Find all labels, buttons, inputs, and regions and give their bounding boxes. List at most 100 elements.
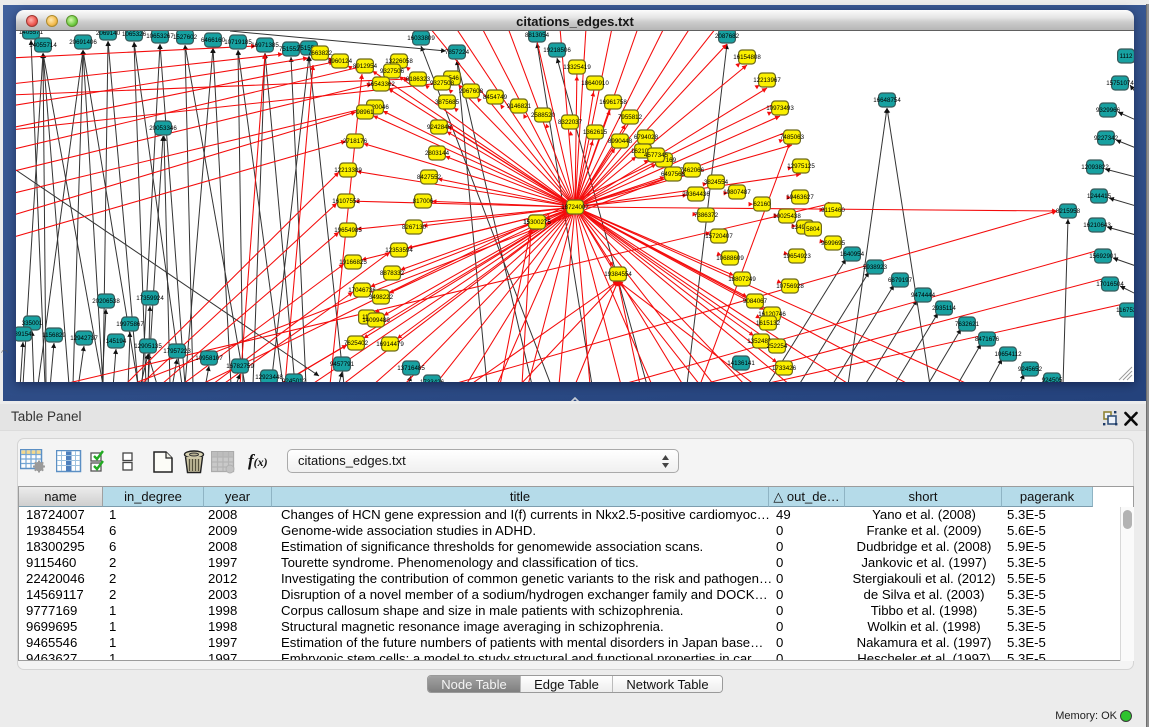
svg-text:10653267: 10653267 [146,33,174,40]
svg-text:1733426: 1733426 [420,379,445,382]
svg-text:10025438: 10025438 [773,213,801,220]
svg-text:9227342: 9227342 [1094,135,1119,142]
svg-text:8186323: 8186323 [406,76,431,83]
svg-text:1244415: 1244415 [1087,193,1112,200]
svg-text:1112: 1112 [1120,53,1133,60]
svg-text:8427552: 8427552 [417,174,442,181]
svg-text:1527602: 1527602 [173,34,198,41]
svg-text:16914479: 16914479 [376,341,404,348]
svg-text:12975125: 12975125 [787,163,815,170]
svg-text:12213389: 12213389 [334,167,362,174]
svg-text:12213967: 12213967 [753,77,781,84]
svg-text:6879197: 6879197 [888,277,913,284]
svg-text:62160: 62160 [753,201,771,208]
svg-text:1405571: 1405571 [19,31,44,36]
svg-text:8454749: 8454749 [483,94,508,101]
svg-text:14055714: 14055714 [29,42,57,49]
svg-text:7663822: 7663822 [308,50,333,57]
svg-text:15751074: 15751074 [1106,80,1134,87]
svg-text:3498222: 3498222 [369,294,394,301]
svg-text:17016504: 17016504 [1096,281,1124,288]
svg-text:19463627: 19463627 [786,194,814,201]
svg-text:20691406: 20691406 [69,39,97,46]
svg-text:12923448: 12923448 [255,374,283,381]
svg-text:2967608: 2967608 [459,88,484,95]
svg-text:1065326: 1065326 [122,31,147,38]
svg-text:8215958: 8215958 [1056,208,1081,215]
svg-text:6794028: 6794028 [634,134,659,141]
svg-text:1156829: 1156829 [42,332,66,339]
svg-text:924505: 924505 [1042,377,1063,382]
svg-text:335001: 335001 [22,320,43,327]
svg-text:19654923: 19654923 [783,253,811,260]
svg-text:16971385: 16971385 [251,42,279,49]
svg-text:12942737: 12942737 [70,335,98,342]
svg-text:20206538: 20206538 [92,298,120,305]
svg-text:8267130: 8267130 [402,224,427,231]
svg-text:9146821: 9146821 [507,103,532,110]
svg-text:6466160: 6466160 [201,37,226,44]
svg-text:10756928: 10756928 [776,283,804,290]
svg-text:2718176: 2718176 [343,138,368,145]
svg-text:7625402: 7625402 [344,340,369,347]
svg-text:8912954: 8912954 [353,63,378,70]
svg-text:14099489: 14099489 [362,317,390,324]
svg-text:19654985: 19654985 [334,227,362,234]
svg-text:20053346: 20053346 [149,125,177,132]
svg-text:145194: 145194 [106,338,127,345]
svg-text:16210643: 16210643 [1083,222,1111,229]
svg-text:5804: 5804 [806,226,820,233]
svg-text:1615132: 1615132 [756,320,781,327]
svg-text:18807249: 18807249 [728,276,756,283]
svg-text:9327506: 9327506 [380,68,405,75]
svg-text:39154: 39154 [16,331,32,338]
svg-text:19166825: 19166825 [339,259,367,266]
svg-text:2803144: 2803144 [425,150,450,157]
svg-text:5938923: 5938923 [863,264,888,271]
svg-text:9327508: 9327508 [430,80,455,87]
svg-text:10719185: 10719185 [224,39,252,46]
svg-text:7386372: 7386372 [694,212,719,219]
svg-text:10973493: 10973493 [766,105,794,112]
svg-text:8813054: 8813054 [525,32,550,39]
svg-text:10958107: 10958107 [195,355,223,362]
svg-text:1733426: 1733426 [772,365,797,372]
svg-text:9242848: 9242848 [427,124,452,131]
svg-text:2087682: 2087682 [715,33,740,40]
svg-text:7955812: 7955812 [618,114,643,121]
svg-text:17957223: 17957223 [163,348,191,355]
svg-text:8990448: 8990448 [608,138,633,145]
svg-text:13325419: 13325419 [563,64,591,71]
svg-text:9699695: 9699695 [821,240,846,247]
svg-text:19384554: 19384554 [604,271,632,278]
svg-text:18724007: 18724007 [561,204,589,211]
svg-text:9084067: 9084067 [743,298,768,305]
svg-text:9474444: 9474444 [911,292,936,299]
svg-text:10688609: 10688609 [716,255,744,262]
svg-text:16107552: 16107552 [332,198,360,205]
svg-text:16782759: 16782759 [226,363,254,370]
svg-text:16961758: 16961758 [599,99,627,106]
svg-text:7857224: 7857224 [445,49,470,56]
svg-text:3875685: 3875685 [435,99,460,106]
svg-text:8322037: 8322037 [558,119,583,126]
svg-text:19975867: 19975867 [116,321,144,328]
svg-text:2588520: 2588520 [531,112,556,119]
svg-text:16154808: 16154808 [733,54,761,61]
svg-text:12093822: 12093822 [1081,164,1109,171]
svg-text:8878332: 8878332 [380,270,405,277]
svg-text:3824554: 3824554 [704,179,729,186]
svg-text:15720407: 15720407 [705,233,733,240]
svg-text:1167533: 1167533 [1116,307,1134,314]
svg-text:98961: 98961 [356,109,374,116]
svg-text:8960124: 8960124 [328,58,353,65]
svg-text:1640954: 1640954 [840,251,865,258]
svg-text:17359924: 17359924 [136,295,164,302]
svg-text:6497568: 6497568 [661,171,686,178]
svg-text:817006: 817006 [413,198,434,205]
svg-text:19218506: 19218506 [543,47,571,54]
svg-text:18640910: 18640910 [581,80,609,87]
svg-text:7632621: 7632621 [955,321,980,328]
svg-text:8471676: 8471676 [975,336,1000,343]
svg-text:16033809: 16033809 [407,35,435,42]
